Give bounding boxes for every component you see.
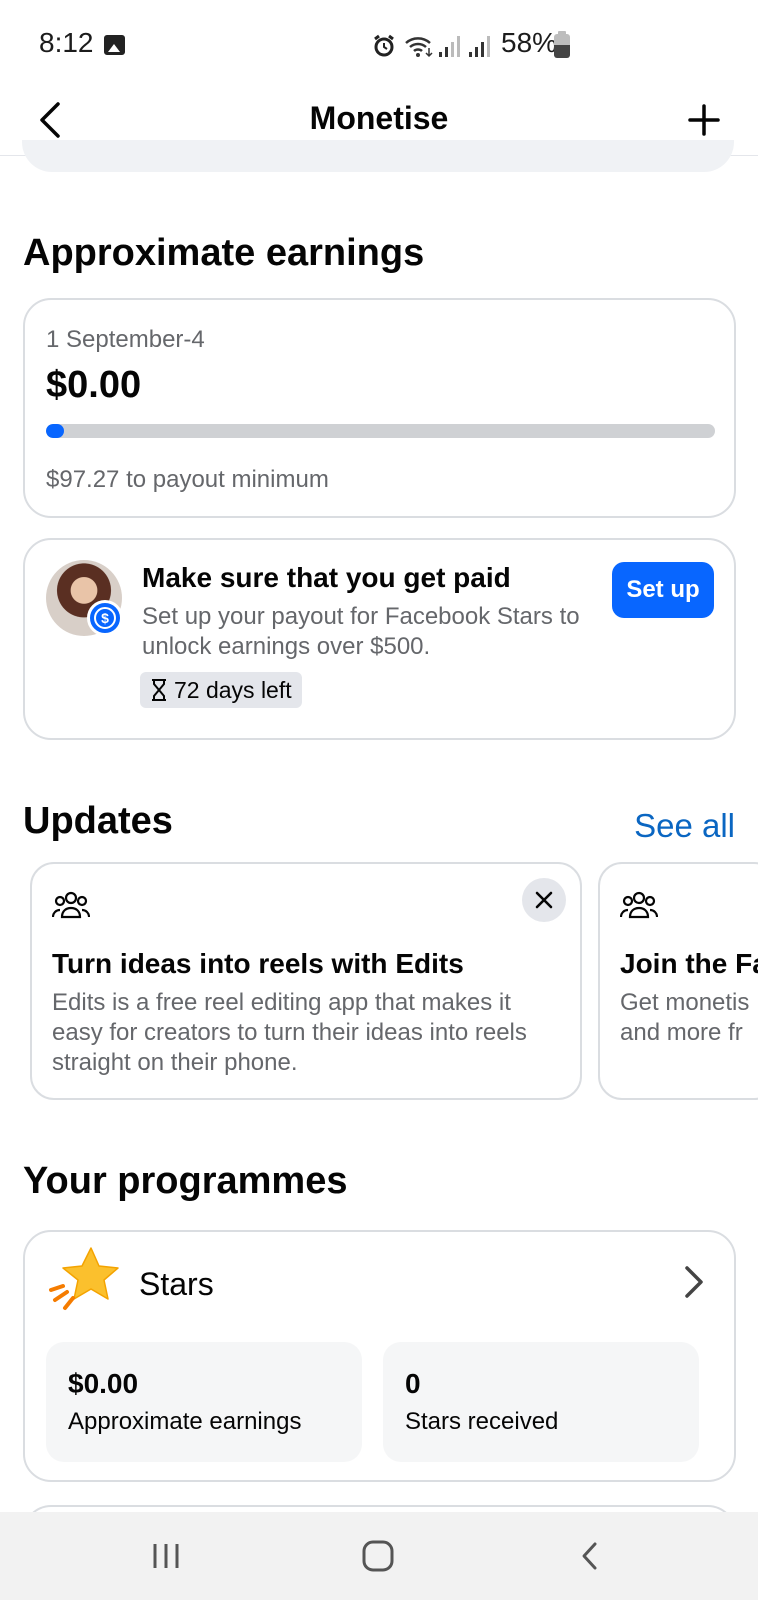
updates-section-title: Updates [23,800,173,842]
earnings-period: 1 September-4 [46,326,205,353]
stars-programme-card[interactable]: Stars $0.00 Approximate earnings 0 Stars… [23,1230,736,1482]
update-card-description: Edits is a free reel editing app that ma… [52,989,527,1076]
people-group-icon [620,891,658,919]
set-up-button[interactable]: Set up [612,562,714,618]
battery-percentage: 58% [501,27,558,58]
battery-icon [554,31,570,58]
stars-earnings-value: $0.00 [68,1368,139,1399]
stars-earnings-label: Approximate earnings [68,1408,302,1435]
programmes-section-title: Your programmes [23,1160,348,1202]
status-bar: 8:12 58% [0,0,758,90]
people-group-icon [52,891,90,919]
hourglass-icon [152,679,166,701]
gallery-icon [104,35,125,55]
stars-programme-label: Stars [139,1266,214,1302]
payout-minimum-note: $97.27 to payout minimum [46,466,329,493]
system-back-button[interactable] [568,1534,612,1578]
update-card[interactable]: Join the Fa Get monetis and more fr [598,862,758,1100]
payout-setup-card: $ Make sure that you get paid Set up you… [23,538,736,740]
status-time: 8:12 [39,27,94,58]
stars-earnings-stat: $0.00 Approximate earnings [46,1342,362,1462]
close-icon [535,891,553,909]
recent-apps-icon [153,1544,179,1568]
chevron-right-icon [685,1266,703,1298]
stars-received-value: 0 [405,1368,421,1399]
signal-icon [439,36,460,57]
payout-card-description: Set up your payout for Facebook Stars to… [142,603,580,660]
payout-card-title: Make sure that you get paid [142,562,511,593]
star-icon [49,1247,119,1310]
back-chevron-icon [582,1542,597,1570]
days-left-text: 72 days left [174,676,292,703]
home-button[interactable] [356,1534,400,1578]
previous-card-edge [22,140,734,172]
alarm-icon [374,34,394,57]
earnings-amount: $0.00 [46,364,142,406]
add-button[interactable] [680,96,728,144]
earnings-card[interactable]: 1 September-4 $0.00 $97.27 to payout min… [23,298,736,518]
close-button[interactable] [522,878,566,922]
system-navigation-bar [0,1512,758,1600]
update-card[interactable]: Turn ideas into reels with Edits Edits i… [30,862,582,1100]
see-all-link[interactable]: See all [634,807,735,845]
update-card-title: Turn ideas into reels with Edits [52,948,464,979]
days-left-badge: 72 days left [140,672,302,708]
payout-progress-bar [46,424,715,438]
update-card-description: Get monetis and more fr [620,989,750,1046]
home-icon [362,1540,394,1572]
recent-apps-button[interactable] [144,1534,188,1578]
stars-received-stat: 0 Stars received [383,1342,699,1462]
earnings-section-title: Approximate earnings [23,232,425,274]
page-title: Monetise [309,100,449,136]
stars-received-label: Stars received [405,1408,559,1435]
payout-progress-fill [46,424,64,438]
plus-icon [688,104,720,136]
update-card-title: Join the Fa [620,948,758,979]
wifi-icon [405,37,433,58]
dollar-badge-icon: $ [87,600,123,636]
signal-icon [469,36,490,57]
